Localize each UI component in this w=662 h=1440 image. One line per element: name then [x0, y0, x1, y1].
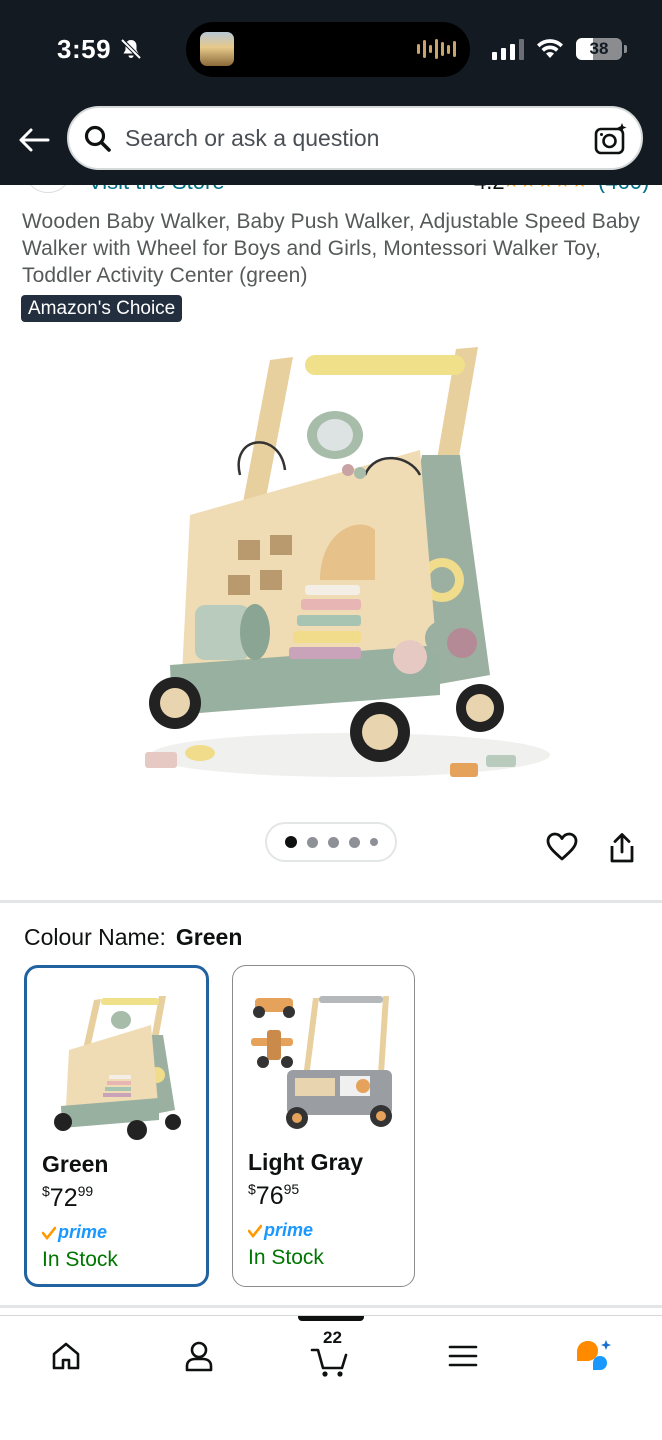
image-pager[interactable] [265, 822, 397, 862]
nav-menu[interactable] [443, 1336, 483, 1376]
price-symbol: $ [248, 1181, 256, 1197]
colour-name-label: Colour Name: Green [24, 924, 242, 951]
battery-icon: 38 [576, 38, 622, 60]
back-arrow-icon [19, 128, 50, 152]
variant-image-light-gray [245, 978, 395, 1138]
section-divider [0, 900, 662, 903]
pager-dot[interactable] [327, 836, 339, 848]
product-image[interactable] [110, 335, 552, 783]
search-icon [84, 125, 111, 152]
variant-name: Light Gray [248, 1149, 364, 1175]
nav-home[interactable] [46, 1336, 86, 1376]
price-whole: 72 [49, 1184, 78, 1212]
now-playing-artwork [200, 32, 234, 66]
back-button[interactable] [14, 120, 54, 160]
status-time: 3:59 [57, 34, 112, 64]
section-divider [0, 1305, 662, 1308]
variant-price: $7695 [248, 1181, 299, 1211]
home-icon [52, 1342, 80, 1370]
visit-store-link[interactable]: Visit the Store [88, 185, 225, 193]
nav-account[interactable] [179, 1336, 219, 1376]
store-logo[interactable] [24, 185, 72, 193]
camera-search-icon[interactable] [593, 122, 629, 156]
prime-badge: prime [248, 1220, 313, 1241]
menu-icon [448, 1345, 478, 1367]
bottom-nav: 22 [0, 1315, 662, 1440]
price-symbol: $ [42, 1183, 50, 1199]
price-fraction: 95 [283, 1181, 300, 1197]
star-rating-icon[interactable]: ★★★★★ [503, 185, 589, 192]
battery-level: 38 [589, 39, 609, 58]
pager-dot[interactable] [284, 836, 297, 848]
review-count-link[interactable]: (460) [598, 185, 649, 193]
audio-waveform-icon [417, 38, 456, 60]
prime-check-icon [248, 1224, 262, 1238]
silent-bell-icon [120, 38, 142, 60]
dynamic-island [186, 22, 470, 77]
active-tab-indicator [298, 1316, 364, 1321]
stock-status: In Stock [42, 1248, 118, 1271]
top-bar: 3:59 38 [0, 0, 662, 185]
prime-label: prime [58, 1222, 108, 1242]
heart-icon[interactable] [545, 831, 579, 863]
store-row: Visit the Store 4.2 ★★★★★ (460) [0, 185, 662, 193]
account-icon [185, 1341, 213, 1372]
pager-dot[interactable] [306, 836, 318, 848]
variant-price: $7299 [42, 1183, 93, 1213]
share-icon[interactable] [607, 832, 637, 864]
prime-check-icon [42, 1226, 56, 1240]
price-whole: 76 [255, 1182, 284, 1210]
battery-tip [624, 45, 627, 53]
variant-image-green [39, 980, 189, 1140]
stock-status: In Stock [248, 1246, 324, 1269]
prime-badge: prime [42, 1222, 107, 1243]
rating-value: 4.2 [474, 185, 505, 193]
search-bar[interactable] [67, 106, 643, 170]
search-input[interactable] [125, 108, 565, 168]
variant-name: Green [42, 1151, 109, 1177]
nav-cart[interactable] [310, 1342, 350, 1382]
pager-dot[interactable] [369, 838, 378, 846]
cart-icon [310, 1348, 348, 1377]
product-title: Wooden Baby Walker, Baby Push Walker, Ad… [22, 210, 640, 287]
pager-dot[interactable] [348, 836, 360, 848]
variant-card-light-gray[interactable]: Light Gray $7695 prime In Stock [232, 965, 415, 1287]
price-fraction: 99 [77, 1183, 94, 1199]
rufus-icon [577, 1340, 611, 1370]
nav-rufus[interactable] [573, 1336, 613, 1376]
wifi-icon [537, 39, 563, 58]
variant-card-green[interactable]: Green $7299 prime In Stock [24, 965, 209, 1287]
colour-label-text: Colour Name: [24, 924, 166, 950]
cellular-signal-icon [492, 38, 524, 60]
selected-colour: Green [175, 924, 243, 950]
prime-label: prime [264, 1220, 314, 1240]
amazons-choice-badge[interactable]: Amazon's Choice [21, 295, 183, 322]
